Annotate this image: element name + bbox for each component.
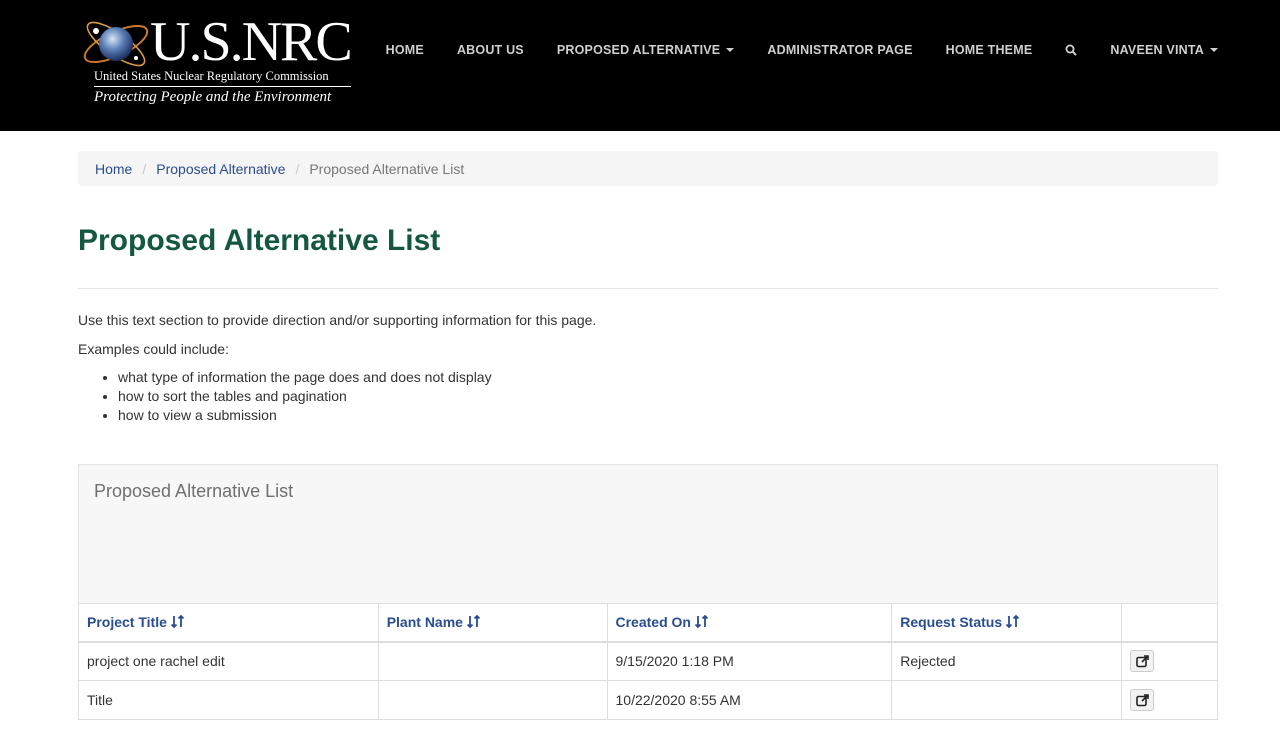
main-nav: HOME ABOUT US PROPOSED ALTERNATIVE ADMIN… — [353, 43, 1218, 57]
nav-home-theme[interactable]: HOME THEME — [946, 43, 1033, 57]
nav-proposed-alternative-label: PROPOSED ALTERNATIVE — [556, 43, 721, 57]
column-header-actions — [1121, 603, 1218, 643]
examples-list: what type of information the page does a… — [78, 368, 596, 425]
cell-actions — [1121, 641, 1218, 681]
logo-tagline: Protecting People and the Environment — [94, 89, 332, 105]
external-link-icon — [1136, 693, 1149, 706]
nav-proposed-alternative[interactable]: PROPOSED ALTERNATIVE — [557, 43, 735, 57]
top-navbar: U.S.NRC United States Nuclear Regulatory… — [0, 0, 1280, 131]
nav-user-menu[interactable]: NAVEEN VINTA — [1110, 43, 1218, 57]
open-submission-button[interactable] — [1130, 649, 1155, 672]
cell-project-title: Title — [78, 680, 379, 720]
examples-label: Examples could include: — [78, 341, 229, 357]
column-header-label: Request Status — [900, 614, 1003, 631]
breadcrumb-proposed-alternative[interactable]: Proposed Alternative — [156, 161, 285, 177]
search-icon — [1065, 44, 1078, 56]
breadcrumb-separator: / — [142, 160, 147, 177]
column-header-label: Project Title — [87, 614, 167, 631]
cell-request-status — [891, 680, 1123, 720]
column-header-label: Created On — [615, 614, 691, 631]
cell-plant-name — [377, 680, 608, 720]
logo-divider — [94, 86, 351, 87]
open-submission-button[interactable] — [1130, 688, 1155, 711]
logo-subtitle: United States Nuclear Regulatory Commiss… — [94, 69, 329, 83]
nav-home-label: HOME — [385, 43, 424, 57]
nav-about-us-label: ABOUT US — [456, 43, 524, 57]
column-header-label: Plant Name — [386, 614, 463, 631]
logo-wordmark: U.S.NRC — [150, 11, 353, 73]
breadcrumb-home[interactable]: Home — [95, 161, 132, 177]
sort-icon — [170, 615, 185, 629]
sort-icon — [694, 615, 709, 629]
list-item: what type of information the page does a… — [118, 368, 596, 387]
cell-request-status: Rejected — [891, 641, 1123, 681]
nav-about-us[interactable]: ABOUT US — [457, 43, 524, 57]
list-item: how to sort the tables and pagination — [118, 387, 596, 406]
breadcrumb-current: Proposed Alternative List — [309, 160, 465, 177]
table-row: project one rachel edit 9/15/2020 1:18 P… — [78, 641, 1218, 681]
cell-actions — [1121, 680, 1218, 720]
cell-created-on: 10/22/2020 8:55 AM — [606, 680, 893, 720]
column-header-request-status[interactable]: Request Status — [891, 603, 1123, 643]
page-title: Proposed Alternative List — [78, 224, 441, 257]
column-header-plant-name[interactable]: Plant Name — [377, 603, 608, 643]
breadcrumb-separator: / — [295, 160, 300, 177]
column-header-project-title[interactable]: Project Title — [78, 603, 379, 643]
table-row: Title 10/22/2020 8:55 AM — [78, 680, 1218, 720]
nrc-logo[interactable]: U.S.NRC United States Nuclear Regulatory… — [78, 6, 354, 110]
nav-home-theme-label: HOME THEME — [945, 43, 1033, 57]
intro-text: Use this text section to provide directi… — [78, 312, 597, 328]
intro-section: Use this text section to provide directi… — [78, 310, 596, 425]
sort-icon — [466, 615, 481, 629]
panel-title: Proposed Alternative List — [94, 481, 294, 501]
list-item: how to view a submission — [118, 406, 596, 425]
cell-created-on: 9/15/2020 1:18 PM — [606, 641, 893, 681]
nav-home[interactable]: HOME — [386, 43, 424, 57]
proposed-alternative-table: Project Title Plant Name Created On Requ… — [78, 603, 1218, 720]
title-divider — [78, 288, 1218, 289]
nav-administrator-page[interactable]: ADMINISTRATOR PAGE — [767, 43, 912, 57]
chevron-down-icon — [1210, 48, 1218, 52]
breadcrumb: Home / Proposed Alternative / Proposed A… — [78, 151, 1218, 186]
cell-project-title: project one rachel edit — [78, 641, 379, 681]
nav-search[interactable] — [1065, 44, 1078, 56]
table-header-row: Project Title Plant Name Created On Requ… — [78, 603, 1218, 643]
column-header-created-on[interactable]: Created On — [606, 603, 893, 643]
external-link-icon — [1136, 654, 1149, 668]
nav-administrator-page-label: ADMINISTRATOR PAGE — [767, 43, 913, 57]
chevron-down-icon — [726, 48, 735, 52]
sort-icon — [1006, 615, 1020, 629]
list-panel: Proposed Alternative List — [78, 464, 1218, 604]
nav-user-label: NAVEEN VINTA — [1110, 43, 1204, 57]
cell-plant-name — [377, 641, 608, 681]
